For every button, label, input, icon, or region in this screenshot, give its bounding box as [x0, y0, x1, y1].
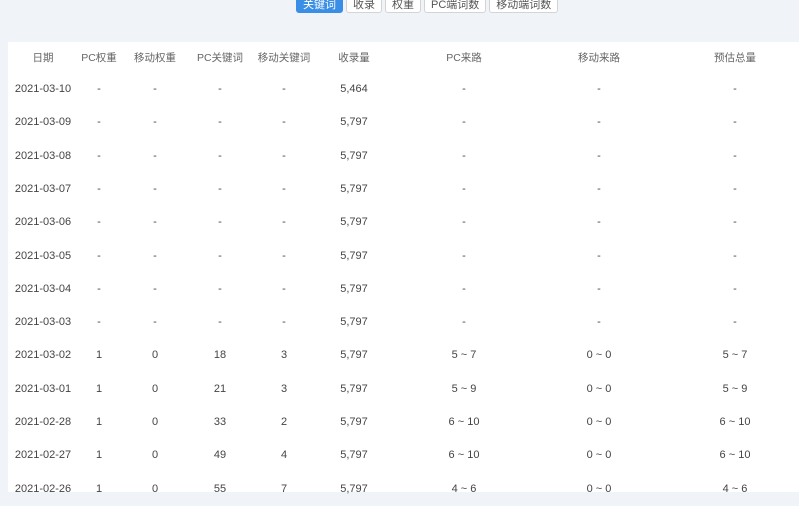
table-row: 2021-02-26 1 0 55 7 5,797 4 ~ 60 ~ 04 ~ 6 [8, 473, 799, 506]
cell-estimated-total: 6 ~ 10 [719, 416, 751, 428]
cell-pc-traffic: - [462, 316, 466, 329]
cell-estimated-total: 4 ~ 6 [722, 482, 748, 495]
cell-pc-traffic: 6 ~ 10 [448, 449, 480, 462]
cell-mobile-keywords: 4 [280, 449, 288, 462]
cell-estimated-total: - [733, 316, 737, 329]
cell-pc-traffic: 5 ~ 9 [451, 382, 477, 395]
cell-pc-traffic: - [462, 149, 466, 162]
cell-estimated-total: - [733, 83, 737, 95]
tab-4[interactable]: 移动端词数 [489, 0, 559, 13]
cell-mobile-keywords: - [282, 316, 286, 329]
table-row: 2021-03-04- - - -5,797- - - [8, 273, 799, 306]
table-row: 2021-02-28 1 0 33 2 5,797 6 ~ 10 0 ~ 06 ~ 10 [8, 406, 799, 439]
cell-mobile-keywords: - [282, 116, 286, 129]
cell-indexed: 5,797 [340, 416, 368, 428]
cell-indexed: 5,797 [340, 482, 368, 495]
table-row: 2021-03-06- - - -5,797- - - [8, 206, 799, 239]
table-row: 2021-03-09- - - -5,797- - - [8, 106, 799, 139]
cell-mobile-keywords: - [282, 149, 286, 162]
cell-pc-traffic: - [462, 216, 466, 229]
cell-estimated-total: - [733, 116, 737, 129]
cell-pc-traffic: 4 ~ 6 [451, 482, 477, 495]
cell-mobile-keywords: - [282, 83, 286, 95]
cell-estimated-total: - [733, 182, 737, 195]
tab-1[interactable]: 收录 [346, 0, 382, 13]
tab-0[interactable]: 关键词 [296, 0, 343, 13]
table-row: 2021-03-02 1 0 18 3 5,797 5 ~ 70 ~ 05 ~ 7 [8, 339, 799, 372]
tab-3[interactable]: PC端词数 [424, 0, 487, 13]
cell-indexed: 5,797 [340, 349, 368, 362]
cell-pc-traffic: - [462, 83, 466, 95]
cell-mobile-traffic: - [597, 182, 601, 195]
cell-mobile-traffic: - [597, 149, 601, 162]
cell-mobile-keywords: - [282, 182, 286, 195]
cell-mobile-keywords: 2 [280, 416, 288, 428]
cell-pc-traffic: 6 ~ 10 [448, 416, 480, 428]
table-row: 2021-03-01 1 0 21 3 5,797 5 ~ 90 ~ 05 ~ 9 [8, 373, 799, 406]
cell-mobile-keywords: 移动关键词 [257, 52, 311, 64]
cell-estimated-total: 6 ~ 10 [719, 449, 751, 462]
cell-mobile-traffic: 移动来路 [578, 52, 620, 64]
table-row: 2021-03-03- - - -5,797- - - [8, 306, 799, 339]
cell-indexed: 5,797 [340, 282, 368, 295]
cell-mobile-keywords: - [282, 216, 286, 229]
cell-indexed: 5,797 [340, 316, 368, 329]
table-row: 2021-02-27 1 0 49 4 5,797 6 ~ 10 0 ~ 06 ~ 10 [8, 439, 799, 472]
cell-pc-traffic: PC来路 [446, 52, 482, 64]
cell-estimated-total: - [733, 249, 737, 262]
table-row: 2021-03-10- - - -5,464- - - [8, 73, 799, 106]
cell-mobile-traffic: - [597, 83, 601, 95]
cell-pc-traffic: 5 ~ 7 [451, 349, 477, 362]
cell-indexed: 5,797 [340, 182, 368, 195]
cell-mobile-traffic: - [597, 249, 601, 262]
table-row: 2021-03-05- - - -5,797- - - [8, 240, 799, 273]
cell-mobile-traffic: - [597, 282, 601, 295]
cell-mobile-keywords: 3 [280, 349, 288, 362]
cell-pc-traffic: - [462, 249, 466, 262]
data-table: 日期 PC权重 移动权重 PC关键词 移动关键词 收录量 PC来路 移动来路 预估总量 2021-… [8, 42, 799, 495]
cell-estimated-total: 预估总量 [714, 52, 756, 64]
tab-2[interactable]: 权重 [385, 0, 421, 13]
cell-mobile-keywords: - [282, 249, 286, 262]
cell-indexed: 5,797 [340, 382, 368, 395]
cell-indexed: 5,797 [340, 249, 368, 262]
cell-estimated-total: - [733, 282, 737, 295]
cell-mobile-traffic: - [597, 316, 601, 329]
table-row: 2021-03-08- - - -5,797- - - [8, 140, 799, 173]
cell-mobile-traffic: - [597, 216, 601, 229]
cell-estimated-total: - [733, 216, 737, 229]
cell-indexed: 5,797 [340, 116, 368, 129]
cell-mobile-traffic: 0 ~ 0 [586, 416, 612, 428]
cell-indexed: 5,797 [340, 449, 368, 462]
table-header: 日期 PC权重 移动权重 PC关键词 移动关键词 收录量 PC来路 移动来路 预估总量 [8, 42, 799, 75]
cell-mobile-keywords: 3 [280, 382, 288, 395]
cell-mobile-traffic: 0 ~ 0 [586, 349, 612, 362]
cell-pc-traffic: - [462, 282, 466, 295]
cell-mobile-traffic: 0 ~ 0 [586, 382, 612, 395]
cell-indexed: 5,464 [340, 83, 368, 95]
cell-indexed: 5,797 [340, 149, 368, 162]
cell-pc-traffic: - [462, 182, 466, 195]
tab-bar: 关键词 收录 权重 PC端词数 移动端词数 [296, 0, 559, 13]
cell-mobile-keywords: - [282, 282, 286, 295]
cell-estimated-total: 5 ~ 7 [722, 349, 748, 362]
table-row: 2021-03-07- - - -5,797- - - [8, 173, 799, 206]
cell-mobile-keywords: 7 [280, 482, 288, 495]
cell-pc-traffic: - [462, 116, 466, 129]
cell-estimated-total: 5 ~ 9 [722, 382, 748, 395]
cell-indexed: 5,797 [340, 216, 368, 229]
cell-estimated-total: - [733, 149, 737, 162]
cell-mobile-traffic: 0 ~ 0 [586, 449, 612, 462]
cell-mobile-traffic: - [597, 116, 601, 129]
cell-mobile-traffic: 0 ~ 0 [586, 482, 612, 495]
cell-indexed: 收录量 [338, 52, 370, 64]
